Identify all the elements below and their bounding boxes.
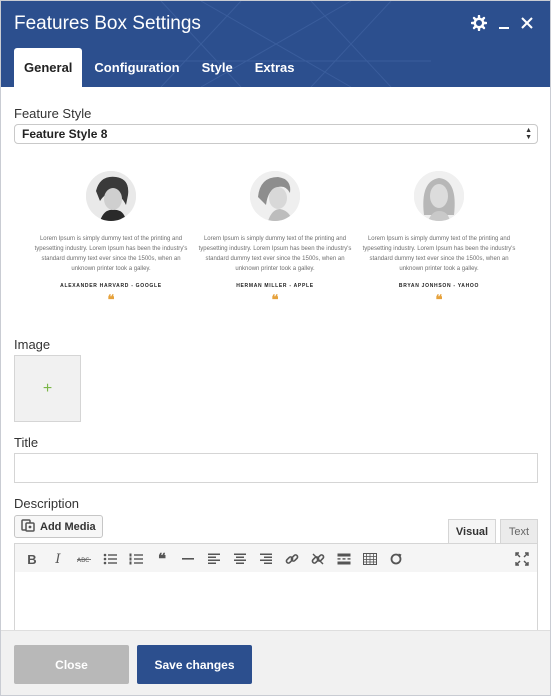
avatar xyxy=(86,171,136,221)
quote-icon: ❝ xyxy=(435,293,443,308)
feature-style-select[interactable]: Feature Style 8 ▲ ▼ xyxy=(14,124,538,144)
add-media-button[interactable]: Add Media xyxy=(14,515,103,538)
close-icon[interactable] xyxy=(517,13,537,33)
settings-tabs: General Configuration Style Extras xyxy=(14,48,306,87)
plus-icon: + xyxy=(42,379,53,397)
preview-name: BRYAN JONHSON - YAHOO xyxy=(398,283,480,289)
fullscreen-icon[interactable] xyxy=(512,549,532,569)
align-center-icon[interactable] xyxy=(230,549,250,569)
toolbar-toggle-icon[interactable] xyxy=(360,549,380,569)
quote-icon: ❝ xyxy=(107,293,115,308)
dialog-footer: Close Save changes xyxy=(1,630,550,695)
blockquote-icon[interactable]: ❝ xyxy=(152,549,172,569)
bulleted-list-icon[interactable] xyxy=(100,549,120,569)
preview-name: HERMAN MILLER - APPLE xyxy=(236,283,314,289)
save-changes-button[interactable]: Save changes xyxy=(137,645,252,684)
align-right-icon[interactable] xyxy=(256,549,276,569)
avatar xyxy=(414,171,464,221)
bold-icon[interactable]: B xyxy=(22,549,42,569)
title-label: Title xyxy=(14,435,39,450)
preview-text: Lorem Ipsum is simply dummy text of the … xyxy=(34,236,188,272)
tab-extras[interactable]: Extras xyxy=(245,48,305,87)
dialog-header: Features Box Settings General Configurat… xyxy=(1,1,550,87)
preview-text: Lorem Ipsum is simply dummy text of the … xyxy=(362,236,516,272)
quote-icon: ❝ xyxy=(271,293,279,308)
tab-visual[interactable]: Visual xyxy=(448,519,496,543)
dialog-title: Features Box Settings xyxy=(14,13,201,34)
read-more-icon[interactable] xyxy=(334,549,354,569)
preview-name: ALEXANDER HARVARD - GOOGLE xyxy=(60,283,162,289)
preview-item: Lorem Ipsum is simply dummy text of the … xyxy=(195,171,355,308)
strikethrough-icon[interactable]: ABC xyxy=(74,549,94,569)
image-upload-box[interactable]: + xyxy=(14,355,81,422)
preview-item: Lorem Ipsum is simply dummy text of the … xyxy=(359,171,519,308)
horizontal-line-icon[interactable] xyxy=(178,549,198,569)
avatar xyxy=(250,171,300,221)
feature-style-label: Feature Style xyxy=(14,106,92,121)
svg-text:ABC: ABC xyxy=(77,557,89,564)
media-icon xyxy=(21,518,35,535)
close-button[interactable]: Close xyxy=(14,645,129,684)
remove-link-icon[interactable] xyxy=(308,549,328,569)
features-box-settings-dialog: Features Box Settings General Configurat… xyxy=(0,0,551,696)
select-arrows-icon: ▲ ▼ xyxy=(525,127,532,141)
preview-item: Lorem Ipsum is simply dummy text of the … xyxy=(31,171,191,308)
tab-style[interactable]: Style xyxy=(192,48,243,87)
align-left-icon[interactable] xyxy=(204,549,224,569)
title-input[interactable] xyxy=(14,453,538,483)
numbered-list-icon[interactable] xyxy=(126,549,146,569)
gear-icon[interactable] xyxy=(469,13,489,33)
add-media-label: Add Media xyxy=(40,520,96,533)
italic-icon[interactable]: I xyxy=(48,549,68,569)
description-label: Description xyxy=(14,496,80,511)
feature-style-value: Feature Style 8 xyxy=(22,127,108,141)
image-label: Image xyxy=(14,337,51,352)
tab-text[interactable]: Text xyxy=(500,519,538,543)
editor-toolbar: B I ABC ❝ xyxy=(14,543,538,573)
insert-link-icon[interactable] xyxy=(282,549,302,569)
tab-configuration[interactable]: Configuration xyxy=(84,48,189,87)
tab-general[interactable]: General xyxy=(14,48,83,87)
refresh-icon[interactable] xyxy=(386,549,406,569)
description-editor[interactable] xyxy=(14,572,538,632)
preview-text: Lorem Ipsum is simply dummy text of the … xyxy=(198,236,352,272)
minimize-icon[interactable] xyxy=(494,13,514,33)
